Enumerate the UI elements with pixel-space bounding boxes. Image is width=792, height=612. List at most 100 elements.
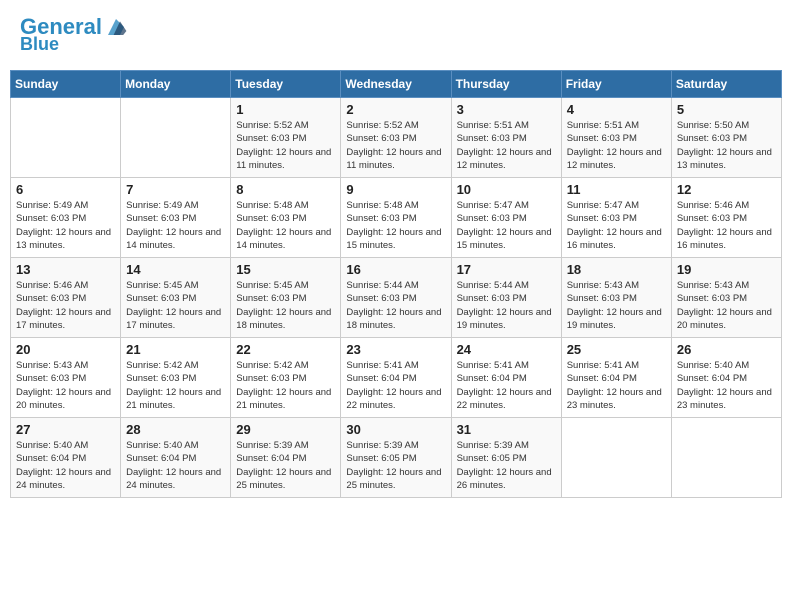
calendar-week-row: 20 Sunrise: 5:43 AM Sunset: 6:03 PM Dayli…	[11, 337, 782, 417]
day-number: 26	[677, 342, 776, 357]
day-of-week-header: Sunday	[11, 70, 121, 97]
day-number: 27	[16, 422, 115, 437]
calendar-cell: 27 Sunrise: 5:40 AM Sunset: 6:04 PM Dayli…	[11, 417, 121, 497]
day-number: 16	[346, 262, 445, 277]
calendar-week-row: 13 Sunrise: 5:46 AM Sunset: 6:03 PM Dayli…	[11, 257, 782, 337]
calendar-cell	[561, 417, 671, 497]
calendar-cell: 17 Sunrise: 5:44 AM Sunset: 6:03 PM Dayli…	[451, 257, 561, 337]
day-number: 9	[346, 182, 445, 197]
calendar-cell: 25 Sunrise: 5:41 AM Sunset: 6:04 PM Dayli…	[561, 337, 671, 417]
day-info: Sunrise: 5:50 AM Sunset: 6:03 PM Dayligh…	[677, 119, 776, 172]
day-info: Sunrise: 5:51 AM Sunset: 6:03 PM Dayligh…	[457, 119, 556, 172]
calendar-cell: 6 Sunrise: 5:49 AM Sunset: 6:03 PM Daylig…	[11, 177, 121, 257]
day-number: 11	[567, 182, 666, 197]
calendar-cell: 29 Sunrise: 5:39 AM Sunset: 6:04 PM Dayli…	[231, 417, 341, 497]
day-info: Sunrise: 5:46 AM Sunset: 6:03 PM Dayligh…	[677, 199, 776, 252]
day-number: 18	[567, 262, 666, 277]
logo: General Blue	[20, 15, 128, 55]
day-info: Sunrise: 5:43 AM Sunset: 6:03 PM Dayligh…	[677, 279, 776, 332]
day-info: Sunrise: 5:51 AM Sunset: 6:03 PM Dayligh…	[567, 119, 666, 172]
day-info: Sunrise: 5:49 AM Sunset: 6:03 PM Dayligh…	[126, 199, 225, 252]
calendar-cell: 14 Sunrise: 5:45 AM Sunset: 6:03 PM Dayli…	[121, 257, 231, 337]
calendar-header-row: SundayMondayTuesdayWednesdayThursdayFrid…	[11, 70, 782, 97]
day-info: Sunrise: 5:44 AM Sunset: 6:03 PM Dayligh…	[457, 279, 556, 332]
day-info: Sunrise: 5:39 AM Sunset: 6:04 PM Dayligh…	[236, 439, 335, 492]
calendar-cell	[121, 97, 231, 177]
calendar-cell: 30 Sunrise: 5:39 AM Sunset: 6:05 PM Dayli…	[341, 417, 451, 497]
calendar-cell: 21 Sunrise: 5:42 AM Sunset: 6:03 PM Dayli…	[121, 337, 231, 417]
calendar-cell: 1 Sunrise: 5:52 AM Sunset: 6:03 PM Daylig…	[231, 97, 341, 177]
day-info: Sunrise: 5:42 AM Sunset: 6:03 PM Dayligh…	[236, 359, 335, 412]
calendar-cell	[671, 417, 781, 497]
day-of-week-header: Tuesday	[231, 70, 341, 97]
calendar-cell: 9 Sunrise: 5:48 AM Sunset: 6:03 PM Daylig…	[341, 177, 451, 257]
day-number: 2	[346, 102, 445, 117]
day-number: 6	[16, 182, 115, 197]
day-info: Sunrise: 5:52 AM Sunset: 6:03 PM Dayligh…	[236, 119, 335, 172]
day-number: 1	[236, 102, 335, 117]
calendar-cell: 7Sunrise: 5:49 AM Sunset: 6:03 PM Daylig…	[121, 177, 231, 257]
page-header: General Blue	[10, 10, 782, 60]
day-info: Sunrise: 5:39 AM Sunset: 6:05 PM Dayligh…	[346, 439, 445, 492]
day-info: Sunrise: 5:43 AM Sunset: 6:03 PM Dayligh…	[16, 359, 115, 412]
day-number: 5	[677, 102, 776, 117]
day-number: 4	[567, 102, 666, 117]
calendar-cell: 26 Sunrise: 5:40 AM Sunset: 6:04 PM Dayli…	[671, 337, 781, 417]
calendar-cell: 31 Sunrise: 5:39 AM Sunset: 6:05 PM Dayli…	[451, 417, 561, 497]
calendar-cell: 8 Sunrise: 5:48 AM Sunset: 6:03 PM Daylig…	[231, 177, 341, 257]
day-number: 30	[346, 422, 445, 437]
day-number: 29	[236, 422, 335, 437]
calendar-cell: 20 Sunrise: 5:43 AM Sunset: 6:03 PM Dayli…	[11, 337, 121, 417]
calendar-cell: 13 Sunrise: 5:46 AM Sunset: 6:03 PM Dayli…	[11, 257, 121, 337]
day-number: 20	[16, 342, 115, 357]
day-number: 31	[457, 422, 556, 437]
day-number: 17	[457, 262, 556, 277]
day-of-week-header: Saturday	[671, 70, 781, 97]
day-info: Sunrise: 5:41 AM Sunset: 6:04 PM Dayligh…	[457, 359, 556, 412]
day-number: 12	[677, 182, 776, 197]
logo-icon	[104, 15, 128, 39]
calendar-cell: 3Sunrise: 5:51 AM Sunset: 6:03 PM Daylig…	[451, 97, 561, 177]
day-info: Sunrise: 5:42 AM Sunset: 6:03 PM Dayligh…	[126, 359, 225, 412]
day-info: Sunrise: 5:40 AM Sunset: 6:04 PM Dayligh…	[126, 439, 225, 492]
day-number: 8	[236, 182, 335, 197]
calendar-cell	[11, 97, 121, 177]
calendar-cell: 12 Sunrise: 5:46 AM Sunset: 6:03 PM Dayli…	[671, 177, 781, 257]
day-info: Sunrise: 5:44 AM Sunset: 6:03 PM Dayligh…	[346, 279, 445, 332]
day-info: Sunrise: 5:40 AM Sunset: 6:04 PM Dayligh…	[677, 359, 776, 412]
day-number: 23	[346, 342, 445, 357]
calendar-cell: 15Sunrise: 5:45 AM Sunset: 6:03 PM Dayli…	[231, 257, 341, 337]
day-info: Sunrise: 5:47 AM Sunset: 6:03 PM Dayligh…	[457, 199, 556, 252]
day-number: 14	[126, 262, 225, 277]
calendar-cell: 10Sunrise: 5:47 AM Sunset: 6:03 PM Dayli…	[451, 177, 561, 257]
day-info: Sunrise: 5:46 AM Sunset: 6:03 PM Dayligh…	[16, 279, 115, 332]
day-info: Sunrise: 5:41 AM Sunset: 6:04 PM Dayligh…	[567, 359, 666, 412]
day-number: 22	[236, 342, 335, 357]
calendar-cell: 23 Sunrise: 5:41 AM Sunset: 6:04 PM Dayli…	[341, 337, 451, 417]
calendar-cell: 16 Sunrise: 5:44 AM Sunset: 6:03 PM Dayli…	[341, 257, 451, 337]
day-info: Sunrise: 5:39 AM Sunset: 6:05 PM Dayligh…	[457, 439, 556, 492]
calendar-cell: 18 Sunrise: 5:43 AM Sunset: 6:03 PM Dayli…	[561, 257, 671, 337]
calendar-cell: 24Sunrise: 5:41 AM Sunset: 6:04 PM Dayli…	[451, 337, 561, 417]
calendar-cell: 22 Sunrise: 5:42 AM Sunset: 6:03 PM Dayli…	[231, 337, 341, 417]
calendar-table: SundayMondayTuesdayWednesdayThursdayFrid…	[10, 70, 782, 498]
day-of-week-header: Thursday	[451, 70, 561, 97]
day-of-week-header: Friday	[561, 70, 671, 97]
day-info: Sunrise: 5:48 AM Sunset: 6:03 PM Dayligh…	[236, 199, 335, 252]
day-info: Sunrise: 5:47 AM Sunset: 6:03 PM Dayligh…	[567, 199, 666, 252]
day-number: 19	[677, 262, 776, 277]
day-of-week-header: Monday	[121, 70, 231, 97]
calendar-cell: 5 Sunrise: 5:50 AM Sunset: 6:03 PM Daylig…	[671, 97, 781, 177]
calendar-cell: 2Sunrise: 5:52 AM Sunset: 6:03 PM Daylig…	[341, 97, 451, 177]
day-number: 13	[16, 262, 115, 277]
day-of-week-header: Wednesday	[341, 70, 451, 97]
day-info: Sunrise: 5:48 AM Sunset: 6:03 PM Dayligh…	[346, 199, 445, 252]
day-number: 25	[567, 342, 666, 357]
day-info: Sunrise: 5:40 AM Sunset: 6:04 PM Dayligh…	[16, 439, 115, 492]
day-number: 21	[126, 342, 225, 357]
day-info: Sunrise: 5:43 AM Sunset: 6:03 PM Dayligh…	[567, 279, 666, 332]
day-info: Sunrise: 5:49 AM Sunset: 6:03 PM Dayligh…	[16, 199, 115, 252]
day-info: Sunrise: 5:41 AM Sunset: 6:04 PM Dayligh…	[346, 359, 445, 412]
calendar-cell: 11 Sunrise: 5:47 AM Sunset: 6:03 PM Dayli…	[561, 177, 671, 257]
day-info: Sunrise: 5:45 AM Sunset: 6:03 PM Dayligh…	[126, 279, 225, 332]
